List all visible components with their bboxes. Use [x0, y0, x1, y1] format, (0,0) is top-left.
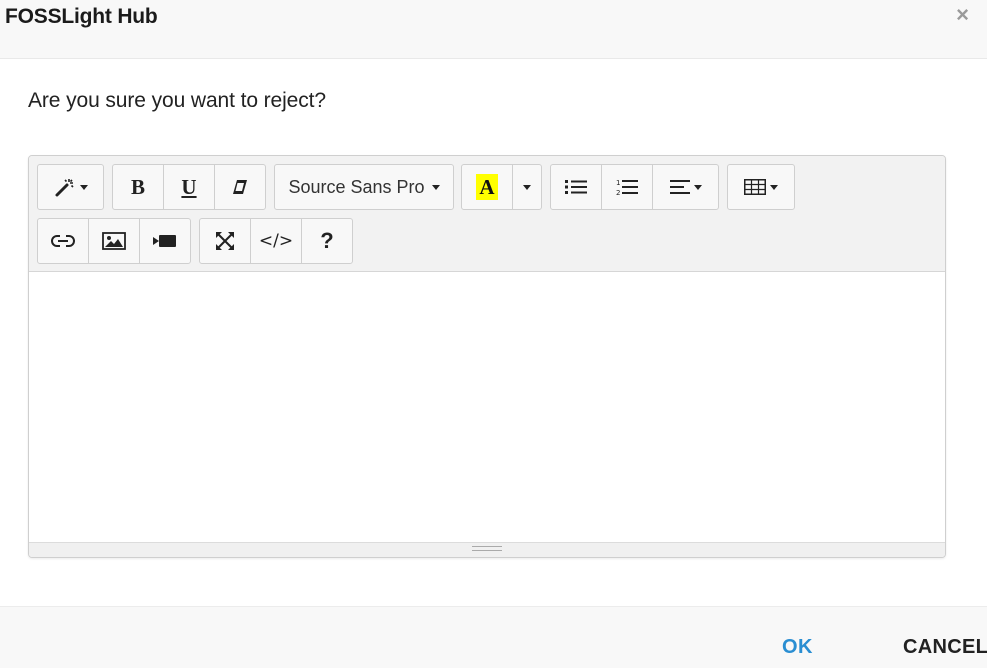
bulleted-list-icon — [565, 180, 587, 194]
table-dropdown-button[interactable] — [727, 164, 795, 210]
bold-label: B — [130, 174, 145, 199]
svg-text:1: 1 — [616, 179, 620, 187]
code-view-button[interactable]: </> — [250, 218, 302, 264]
table-icon — [744, 179, 766, 195]
insert-group — [37, 218, 191, 264]
help-button[interactable]: ? — [301, 218, 353, 264]
font-style-group: B U — [112, 164, 266, 210]
editor-content-area[interactable] — [29, 273, 945, 542]
video-button[interactable] — [139, 218, 191, 264]
numbered-list-icon: 1 2 — [616, 179, 638, 196]
text-color-label: A — [476, 174, 498, 200]
eraser-icon — [233, 180, 247, 194]
dialog-header: FOSSLight Hub × — [0, 0, 987, 59]
ok-button[interactable]: OK — [782, 636, 813, 659]
view-group: </> ? — [199, 218, 353, 264]
font-name-group: Source Sans Pro — [274, 164, 454, 210]
bold-button[interactable]: B — [112, 164, 164, 210]
font-name-dropdown[interactable]: Source Sans Pro — [274, 164, 454, 210]
editor-toolbar: B U Source Sans Pro A 1 2 </> ? — [29, 156, 945, 272]
close-icon[interactable]: × — [956, 4, 969, 26]
numbered-list-button[interactable]: 1 2 — [601, 164, 653, 210]
color-group: A — [461, 164, 542, 210]
chevron-down-icon — [523, 184, 531, 190]
help-label: ? — [320, 228, 334, 253]
fullscreen-button[interactable] — [199, 218, 251, 264]
link-icon — [51, 235, 75, 247]
dialog-title: FOSSLight Hub — [5, 5, 158, 28]
image-button[interactable] — [88, 218, 140, 264]
align-dropdown-button[interactable] — [652, 164, 719, 210]
font-name-label: Source Sans Pro — [288, 176, 425, 197]
code-view-label: </> — [258, 231, 294, 251]
chevron-down-icon — [693, 184, 702, 190]
video-icon — [153, 235, 176, 247]
paragraph-group: 1 2 — [550, 164, 719, 210]
chevron-down-icon — [770, 184, 778, 190]
link-button[interactable] — [37, 218, 89, 264]
text-color-button[interactable]: A — [461, 164, 513, 210]
editor-resize-bar[interactable] — [29, 542, 945, 557]
cancel-button[interactable]: CANCEL — [903, 636, 987, 659]
magic-wand-icon — [55, 179, 74, 197]
style-group — [37, 164, 104, 210]
dialog-footer: OK CANCEL — [0, 606, 987, 668]
table-group — [727, 164, 795, 210]
confirm-message: Are you sure you want to reject? — [28, 89, 326, 112]
underline-label: U — [181, 174, 197, 199]
underline-button[interactable]: U — [163, 164, 215, 210]
color-dropdown-button[interactable] — [512, 164, 542, 210]
align-left-icon — [669, 180, 690, 194]
fullscreen-icon — [216, 232, 234, 250]
clear-format-button[interactable] — [214, 164, 266, 210]
image-icon — [102, 232, 126, 250]
svg-text:2: 2 — [616, 189, 620, 196]
style-button[interactable] — [37, 164, 104, 210]
chevron-down-icon — [79, 184, 88, 190]
chevron-down-icon — [431, 184, 440, 190]
rich-text-editor: B U Source Sans Pro A 1 2 </> ? — [28, 155, 946, 558]
bulleted-list-button[interactable] — [550, 164, 602, 210]
resize-grip-icon[interactable] — [472, 546, 502, 551]
